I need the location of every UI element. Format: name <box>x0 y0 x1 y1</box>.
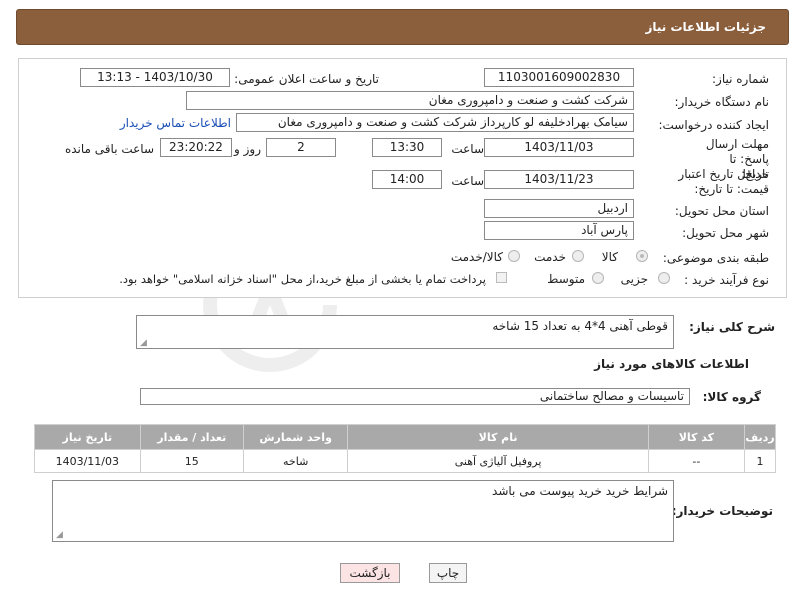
province-field[interactable]: اردبیل <box>484 199 634 218</box>
cell-name: پروفیل آلیاژی آهنی <box>347 449 649 473</box>
cell-unit: شاخه <box>242 449 349 473</box>
process-label: نوع فرآیند خرید : <box>684 273 769 287</box>
col-header-date: تاریخ نیاز <box>34 424 141 450</box>
goods-group-label: گروه کالا: <box>702 390 761 404</box>
col-header-code: کد کالا <box>647 424 746 450</box>
need-number-field[interactable]: 1103001609002830 <box>484 68 634 87</box>
creator-field[interactable]: سیامک بهرادخلیفه لو کارپرداز شرکت کشت و … <box>236 113 634 132</box>
goods-section-title: اطلاعات کالاهای مورد نیاز <box>594 357 749 371</box>
buyer-org-label: نام دستگاه خریدار: <box>674 95 770 109</box>
back-button[interactable]: بازگشت <box>340 563 400 583</box>
goods-group-field[interactable]: تاسیسات و مصالح ساختمانی <box>140 388 690 405</box>
category-label: طبقه بندی موضوعی: <box>662 251 769 265</box>
col-header-row: ردیف <box>744 424 776 450</box>
table-row[interactable]: 1 -- پروفیل آلیاژی آهنی شاخه 15 1403/11/… <box>34 449 776 473</box>
goods-table-wrap: ردیف کد کالا نام کالا واحد شمارش تعداد /… <box>34 424 776 473</box>
need-number-label: شماره نیاز: <box>712 72 769 86</box>
time-remaining-field[interactable]: 23:20:22 <box>160 138 232 157</box>
page-header: جزئیات اطلاعات نیاز <box>16 9 789 45</box>
notes-resize-handle-icon[interactable]: ◢ <box>56 530 63 540</box>
city-label: شهر محل تحویل: <box>682 226 769 240</box>
process-radio-partial[interactable] <box>658 272 670 284</box>
buyer-notes-label: توضیحات خریدار: <box>671 504 773 518</box>
description-field[interactable]: قوطی آهنی 4*4 به تعداد 15 شاخه <box>136 315 674 349</box>
announce-datetime-label: تاریخ و ساعت اعلان عمومی: <box>234 72 379 86</box>
announce-datetime-field[interactable]: 1403/10/30 - 13:13 <box>80 68 230 87</box>
days-remaining-field[interactable]: 2 <box>266 138 336 157</box>
process-option-medium: متوسط <box>547 272 585 286</box>
price-validity-label: حداقل تاریخ اعتبار قیمت: تا تاریخ: <box>678 167 769 196</box>
category-radio-goods[interactable] <box>636 250 648 262</box>
col-header-qty: تعداد / مقدار <box>139 424 244 450</box>
buyer-org-field[interactable]: شرکت کشت و صنعت و دامپروری مغان <box>186 91 634 110</box>
page-title: جزئیات اطلاعات نیاز <box>645 20 766 34</box>
category-radio-both[interactable] <box>508 250 520 262</box>
cell-code: -- <box>647 449 746 473</box>
description-label: شرح کلی نیاز: <box>689 320 775 334</box>
resize-handle-icon[interactable]: ◢ <box>140 338 147 348</box>
city-field[interactable]: پارس آباد <box>484 221 634 240</box>
buyer-notes-field[interactable]: شرایط خرید خرید پیوست می باشد <box>52 480 674 542</box>
price-validity-time-label: ساعت <box>451 174 484 188</box>
category-radio-service[interactable] <box>572 250 584 262</box>
buyer-contact-link[interactable]: اطلاعات تماس خریدار <box>120 116 231 130</box>
price-validity-date[interactable]: 1403/11/23 <box>484 170 634 189</box>
category-option-both: کالا/خدمت <box>450 250 503 264</box>
cell-row: 1 <box>744 449 776 473</box>
treasury-note: پرداخت تمام یا بخشی از مبلغ خرید،از محل … <box>119 272 486 286</box>
print-button[interactable]: چاپ <box>429 563 467 583</box>
process-radio-medium[interactable] <box>592 272 604 284</box>
cell-date: 1403/11/03 <box>34 449 141 473</box>
creator-label: ایجاد کننده درخواست: <box>658 118 769 132</box>
process-option-partial: جزیی <box>620 272 648 286</box>
col-header-unit: واحد شمارش <box>242 424 349 450</box>
goods-table: ردیف کد کالا نام کالا واحد شمارش تعداد /… <box>34 424 776 473</box>
reply-deadline-time[interactable]: 13:30 <box>372 138 442 157</box>
price-validity-time[interactable]: 14:00 <box>372 170 442 189</box>
category-option-goods: کالا <box>601 250 618 264</box>
treasury-checkbox[interactable] <box>496 272 507 283</box>
reply-time-label: ساعت <box>451 142 484 156</box>
reply-deadline-date[interactable]: 1403/11/03 <box>484 138 634 157</box>
time-remaining-label: ساعت باقی مانده <box>64 142 154 156</box>
days-label: روز و <box>234 142 261 156</box>
category-option-service: خدمت <box>534 250 566 264</box>
col-header-name: نام کالا <box>347 424 649 450</box>
goods-table-header: ردیف کد کالا نام کالا واحد شمارش تعداد /… <box>34 424 776 450</box>
province-label: استان محل تحویل: <box>674 204 769 218</box>
cell-qty: 15 <box>139 449 244 473</box>
